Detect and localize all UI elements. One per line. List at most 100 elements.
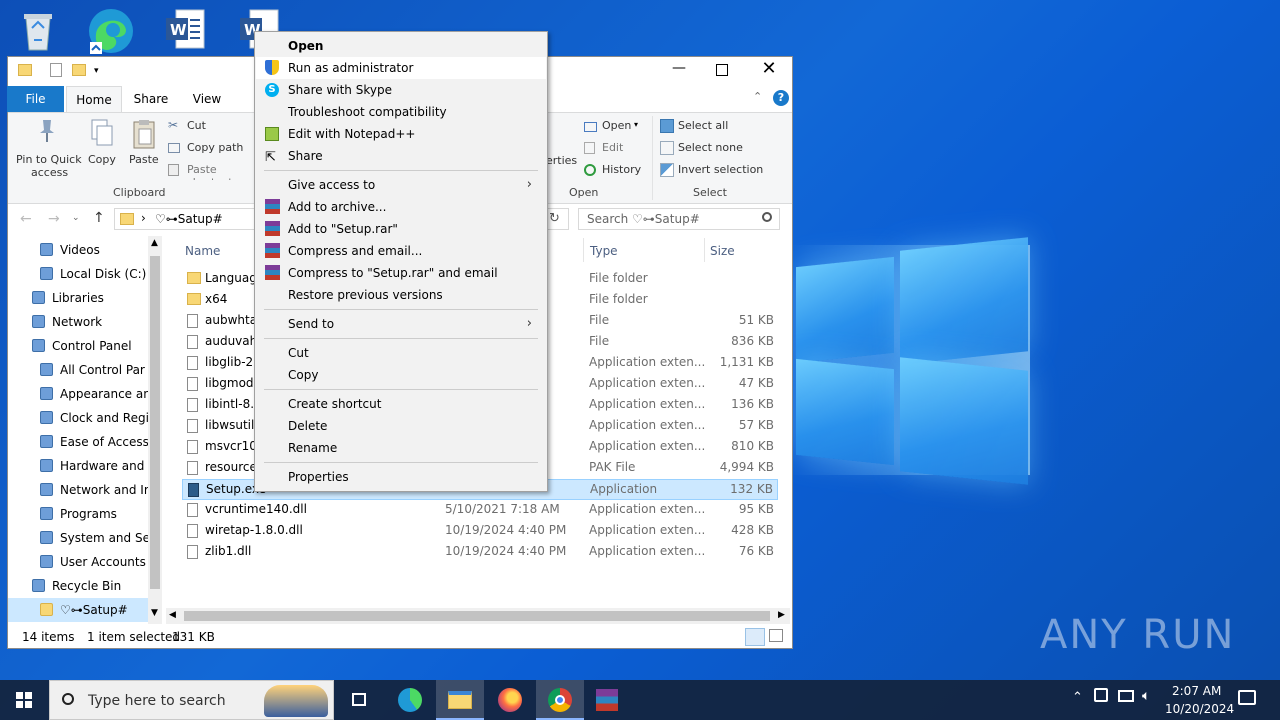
maximize-button[interactable] [716, 64, 728, 76]
start-button[interactable] [0, 680, 48, 720]
ribbon-collapse-icon[interactable]: ⌃ [753, 90, 762, 103]
column-header-name[interactable]: Name [185, 244, 220, 258]
file-row[interactable]: wiretap-1.8.0.dll 10/19/2024 4:40 PM Appli… [182, 521, 778, 542]
edit-button[interactable]: Edit [584, 140, 644, 158]
nav-item[interactable]: Videos [8, 238, 148, 262]
menu-item-rename[interactable]: Rename [256, 437, 546, 459]
breadcrumb-path[interactable]: ♡⊶Satup# [155, 212, 223, 226]
tab-file[interactable]: File [7, 86, 64, 112]
pin-quick-access-button[interactable]: Pin to Quick access [12, 118, 82, 180]
nav-item[interactable]: Programs [8, 502, 148, 526]
ethernet-tray-icon[interactable] [1118, 690, 1134, 702]
menu-item-properties[interactable]: Properties [256, 466, 546, 488]
nav-item[interactable]: System and Se [8, 526, 148, 550]
nav-item[interactable]: Network [8, 310, 148, 334]
menu-item-edit-with-notepadpp[interactable]: Edit with Notepad++ [256, 123, 546, 145]
menu-item-open[interactable]: Open [256, 35, 546, 57]
chevron-down-icon[interactable]: ▾ [94, 66, 99, 76]
clock-time[interactable]: 2:07 AM [1172, 684, 1221, 698]
menu-item-restore-previous-versions[interactable]: Restore previous versions [256, 284, 546, 306]
open-button[interactable]: Open ▾ [584, 118, 654, 136]
file-row[interactable]: zlib1.dll 10/19/2024 4:40 PM Application e… [182, 542, 778, 563]
column-header-size[interactable]: Size [710, 244, 735, 258]
copy-button[interactable]: Copy [84, 118, 120, 170]
back-button[interactable]: ← [20, 211, 32, 227]
word-document-icon[interactable]: W [162, 6, 214, 58]
close-button[interactable]: ✕ [758, 58, 780, 80]
column-header-type[interactable]: Type [590, 244, 618, 258]
menu-item-give-access-to[interactable]: Give access to › [256, 174, 546, 196]
menu-item-compress-and-email[interactable]: Compress and email... [256, 240, 546, 262]
task-view-button[interactable] [336, 680, 384, 720]
help-icon[interactable]: ? [773, 90, 789, 106]
nav-item[interactable]: Local Disk (C:) [8, 262, 148, 286]
paste-shortcut-button[interactable]: Paste shortcut [168, 162, 254, 180]
clock-date[interactable]: 10/20/2024 [1165, 702, 1234, 716]
menu-item-run-as-administrator[interactable]: Run as administrator [256, 57, 546, 79]
recycle-bin-icon[interactable] [14, 6, 66, 58]
nav-item[interactable]: Hardware and [8, 454, 148, 478]
nav-item[interactable]: ♡⊶Satup# [8, 598, 148, 622]
nav-item[interactable]: Network and Ir [8, 478, 148, 502]
nav-item[interactable]: Appearance an [8, 382, 148, 406]
volume-tray-icon[interactable]: 🔈︎ [1142, 688, 1150, 704]
nav-item[interactable]: All Control Par [8, 358, 148, 382]
nav-item[interactable]: User Accounts [8, 550, 148, 574]
taskbar-search-box[interactable]: Type here to search [49, 680, 334, 720]
menu-item-add-to-setup-rar[interactable]: Add to "Setup.rar" [256, 218, 546, 240]
menu-item-compress-to-setup-rar-and-email[interactable]: Compress to "Setup.rar" and email [256, 262, 546, 284]
up-button[interactable]: ↑ [93, 210, 105, 226]
network-tray-icon[interactable] [1094, 688, 1108, 702]
nav-item[interactable]: Ease of Access [8, 430, 148, 454]
properties-icon[interactable] [50, 63, 62, 77]
menu-item-create-shortcut[interactable]: Create shortcut [256, 393, 546, 415]
tab-home[interactable]: Home [66, 86, 122, 112]
edge-desktop-icon[interactable] [86, 6, 138, 58]
search-box[interactable]: Search ♡⊶Satup# [578, 208, 780, 230]
files-horizontal-scrollbar[interactable]: ◀ ▶ [166, 608, 790, 624]
invert-selection-button[interactable]: Invert selection [660, 162, 764, 180]
select-all-button[interactable]: Select all [660, 118, 750, 136]
scroll-down-icon[interactable]: ▼ [151, 608, 158, 618]
nav-item[interactable]: Clock and Regi [8, 406, 148, 430]
search-input[interactable]: Search ♡⊶Satup# [587, 212, 700, 226]
nav-item[interactable]: Recycle Bin [8, 574, 148, 598]
taskbar-chrome-button[interactable] [536, 680, 584, 720]
scroll-thumb[interactable] [150, 256, 160, 589]
nav-scrollbar[interactable]: ▲ ▼ [148, 236, 162, 624]
taskbar-search-input[interactable]: Type here to search [88, 693, 226, 709]
taskbar-edge-button[interactable] [386, 680, 434, 720]
select-none-button[interactable]: Select none [660, 140, 750, 158]
refresh-button[interactable]: ↻ [549, 211, 560, 226]
menu-item-cut[interactable]: Cut [256, 342, 546, 364]
paste-button[interactable]: Paste [126, 118, 162, 170]
show-hidden-icons-button[interactable]: ⌃ [1072, 690, 1083, 705]
menu-item-delete[interactable]: Delete [256, 415, 546, 437]
copy-path-button[interactable]: Copy path [168, 140, 248, 158]
scroll-left-icon[interactable]: ◀ [169, 610, 176, 620]
scroll-up-icon[interactable]: ▲ [151, 238, 158, 248]
details-view-button[interactable] [745, 628, 765, 646]
menu-item-add-to-archive[interactable]: Add to archive... [256, 196, 546, 218]
history-button[interactable]: History [584, 162, 650, 180]
recent-locations-icon[interactable]: ⌄ [72, 213, 80, 223]
file-row[interactable]: vcruntime140.dll 5/10/2021 7:18 AM Applica… [182, 500, 778, 521]
cut-button[interactable]: ✂ Cut [168, 118, 238, 136]
taskbar-file-explorer-button[interactable] [436, 680, 484, 720]
scroll-thumb[interactable] [184, 611, 770, 621]
menu-item-copy[interactable]: Copy [256, 364, 546, 386]
minimize-button[interactable]: — [668, 60, 690, 80]
menu-item-share-with-skype[interactable]: S Share with Skype [256, 79, 546, 101]
tab-view[interactable]: View [184, 86, 230, 112]
properties-button[interactable]: erties [546, 118, 578, 178]
taskbar-firefox-button[interactable] [486, 680, 534, 720]
menu-item-troubleshoot-compatibility[interactable]: Troubleshoot compatibility [256, 101, 546, 123]
menu-item-share[interactable]: ⇱ Share [256, 145, 546, 167]
tab-share[interactable]: Share [126, 86, 176, 112]
notifications-button[interactable] [1238, 690, 1256, 705]
forward-button[interactable]: → [48, 211, 60, 227]
taskbar-winrar-button[interactable] [584, 680, 632, 720]
nav-item[interactable]: Control Panel [8, 334, 148, 358]
new-folder-icon[interactable] [72, 64, 86, 76]
nav-item[interactable]: Libraries [8, 286, 148, 310]
